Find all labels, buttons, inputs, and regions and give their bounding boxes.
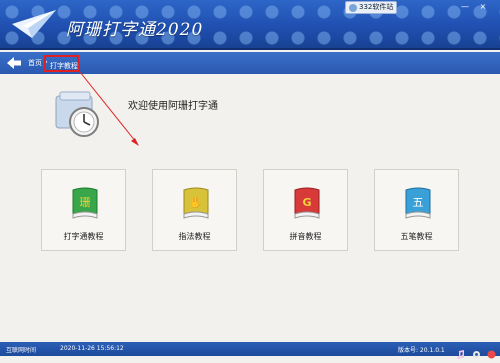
status-bar: 互联网时间 2020-11-26 15:56:12 版本号: 20.1.0.1 xyxy=(0,342,500,359)
card-typing-tutorial[interactable]: 珊 打字通教程 xyxy=(41,169,126,251)
settings-icon[interactable] xyxy=(472,344,481,358)
back-arrow-icon[interactable] xyxy=(6,55,22,71)
card-label: 拼音教程 xyxy=(289,232,322,241)
status-version: 版本号: 20.1.0.1 xyxy=(398,347,445,354)
card-wubi-tutorial[interactable]: 五 五笔教程 xyxy=(374,169,459,251)
card-glyph-3: 五 xyxy=(413,196,424,209)
status-internet-time-label: 互联网时间 xyxy=(6,347,37,354)
blue-book-icon: 五 xyxy=(402,186,434,220)
card-fingering-tutorial[interactable]: ✋ 指法教程 xyxy=(152,169,237,251)
minimize-button[interactable]: — xyxy=(458,1,472,12)
card-label: 指法教程 xyxy=(178,232,211,241)
card-glyph-1: ✋ xyxy=(189,196,203,209)
paper-plane-logo-icon xyxy=(10,8,58,42)
music-icon[interactable] xyxy=(456,344,465,359)
breadcrumb-current: 打字教程 xyxy=(50,62,78,70)
welcome-message: 欢迎使用阿珊打字通 xyxy=(128,101,218,112)
title-bar: 阿珊打字通2020 332软件站 — × xyxy=(0,0,500,50)
card-label: 五笔教程 xyxy=(400,232,433,241)
close-button[interactable]: × xyxy=(476,1,490,12)
user-avatar-icon xyxy=(349,3,357,12)
user-name: 332软件站 xyxy=(359,3,394,11)
breadcrumb-current-highlight[interactable]: 打字教程 xyxy=(44,55,79,72)
red-book-icon: G xyxy=(291,186,323,220)
clock-folder-icon xyxy=(52,90,104,140)
card-glyph-0: 珊 xyxy=(80,196,91,209)
app-title: 阿珊打字通2020 xyxy=(66,20,204,40)
user-account[interactable]: 332软件站 xyxy=(345,1,398,14)
card-pinyin-tutorial[interactable]: G 拼音教程 xyxy=(263,169,348,251)
card-label: 打字通教程 xyxy=(63,232,104,241)
card-glyph-2: G xyxy=(302,196,311,209)
status-time: 2020-11-26 15:56:12 xyxy=(60,345,124,352)
green-book-icon: 珊 xyxy=(69,186,101,220)
help-icon[interactable] xyxy=(487,344,496,359)
yellow-book-icon: ✋ xyxy=(180,186,212,220)
breadcrumb-home[interactable]: 首页 xyxy=(28,58,42,68)
